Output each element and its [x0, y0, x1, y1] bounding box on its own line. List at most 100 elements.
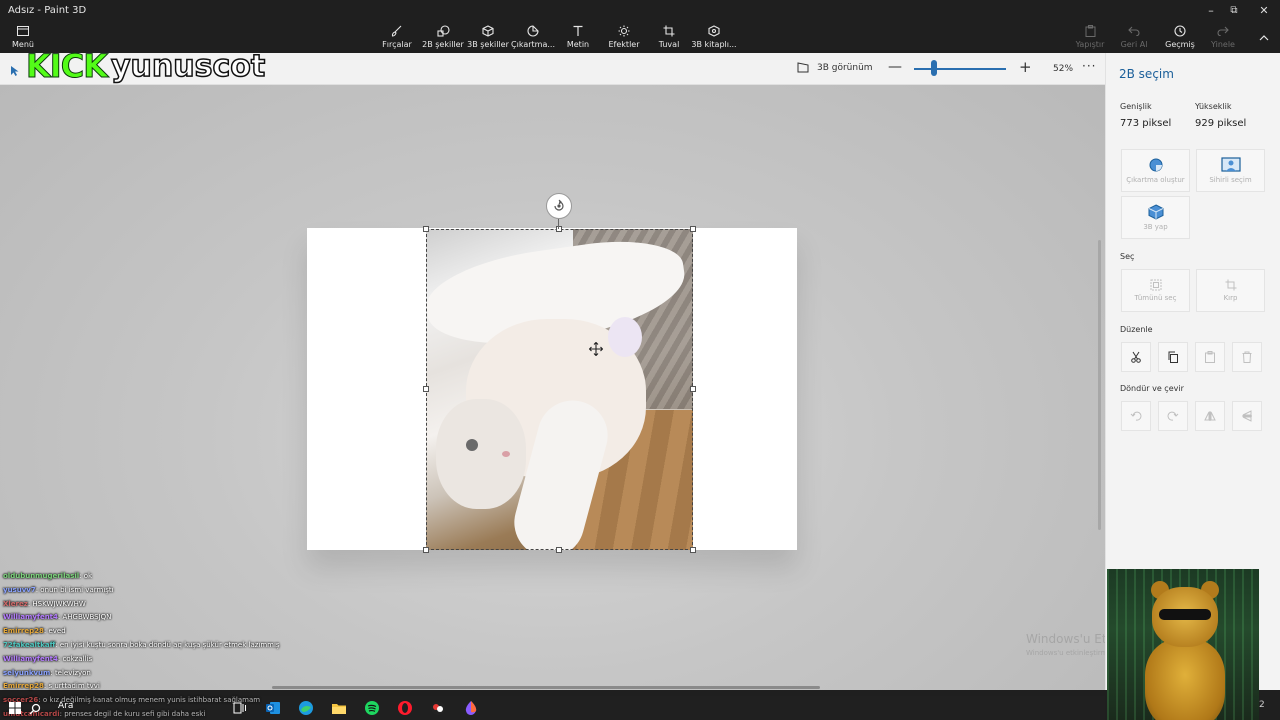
horizontal-scrollbar[interactable]	[272, 686, 820, 689]
3d-library-icon	[707, 24, 721, 38]
cat-nose	[502, 451, 510, 457]
copy-button[interactable]	[1158, 342, 1188, 372]
search-icon[interactable]	[26, 700, 44, 718]
tool-stickers[interactable]: Çıkartma...	[511, 22, 555, 53]
resize-handle-bottom-right[interactable]	[690, 547, 696, 553]
close-button[interactable]: ✕	[1253, 3, 1275, 19]
notification-badge[interactable]: 2	[1259, 700, 1265, 710]
bear-sunglasses	[1159, 609, 1211, 620]
tool-text-label: Metin	[566, 40, 590, 49]
undo-button[interactable]: Geri Al	[1118, 22, 1150, 53]
text-icon	[571, 24, 585, 38]
history-icon	[1173, 24, 1187, 38]
magic-select-button[interactable]: Sihirli seçim	[1196, 149, 1265, 192]
vertical-scrollbar[interactable]	[1098, 240, 1101, 530]
height-value[interactable]: 929 piksel	[1195, 118, 1246, 129]
file-explorer-icon[interactable]	[330, 699, 348, 717]
paste-button[interactable]: Yapıştır	[1074, 22, 1106, 53]
chat-username: yusuvv7	[3, 585, 36, 594]
flip-horizontal-button[interactable]	[1232, 401, 1262, 431]
selected-image[interactable]	[426, 229, 693, 550]
task-view-icon[interactable]	[231, 699, 249, 717]
undo-label: Geri Al	[1120, 40, 1148, 49]
channel-name: yunuscot	[110, 48, 266, 85]
tool-2d-shapes[interactable]: 2B şekiller	[422, 22, 464, 53]
history-label: Geçmiş	[1165, 40, 1195, 49]
resize-handle-top[interactable]	[556, 226, 562, 232]
resize-handle-top-left[interactable]	[423, 226, 429, 232]
tool-brushes[interactable]: Fırçalar	[380, 22, 414, 53]
tool-effects[interactable]: Efektler	[606, 22, 642, 53]
select-all-button[interactable]: Tümünü seç	[1121, 269, 1190, 312]
cut-button[interactable]	[1121, 342, 1151, 372]
delete-button[interactable]	[1232, 342, 1262, 372]
resize-handle-right[interactable]	[690, 386, 696, 392]
chat-username: Williamyfent4	[3, 654, 58, 663]
opera-icon[interactable]	[396, 699, 414, 717]
collapse-toolbar-button[interactable]	[1254, 22, 1274, 53]
3d-shapes-icon	[481, 24, 495, 38]
windows-start-icon[interactable]	[6, 699, 24, 717]
flip-vertical-button[interactable]	[1195, 401, 1225, 431]
redo-label: Yinele	[1211, 40, 1235, 49]
more-options-button[interactable]: ···	[1082, 59, 1096, 73]
cat-face	[436, 399, 526, 509]
zoom-slider-track[interactable]	[914, 68, 1006, 70]
tool-3d-shapes[interactable]: 3B şekiller	[467, 22, 509, 53]
resize-handle-left[interactable]	[423, 386, 429, 392]
chat-message: oldubunmugerilasil: ok	[3, 572, 93, 580]
brush-icon	[390, 24, 404, 38]
rotate-flip-heading: Döndür ve çevir	[1120, 384, 1184, 393]
rotate-right-button[interactable]	[1158, 401, 1188, 431]
restore-button[interactable]: ⧉	[1223, 3, 1245, 19]
outlook-icon[interactable]	[264, 699, 282, 717]
flip-vertical-icon	[1204, 411, 1216, 421]
chat-message: 72fakealtkaff: en iyisi kuştu sonra boka…	[3, 640, 280, 649]
redo-button[interactable]: Yinele	[1208, 22, 1238, 53]
move-cursor-icon	[588, 341, 604, 360]
rotate-left-icon	[1130, 411, 1142, 421]
chat-text: ok	[83, 572, 93, 580]
create-sticker-button[interactable]: Çıkartma oluştur	[1121, 149, 1190, 192]
tool-text[interactable]: Metin	[562, 22, 594, 53]
create-sticker-label: Çıkartma oluştur	[1126, 176, 1185, 184]
taskbar-search-label[interactable]: Ara	[58, 701, 73, 711]
3d-view-toggle[interactable]: 3B görünüm	[797, 62, 873, 73]
cut-icon	[1131, 351, 1141, 363]
chat-text: televizyon	[54, 668, 91, 677]
edge-icon[interactable]	[297, 699, 315, 717]
paste-panel-icon	[1205, 351, 1215, 363]
resize-handle-bottom[interactable]	[556, 547, 562, 553]
tool-3d-library[interactable]: 3B kitaplı...	[691, 22, 737, 53]
paste-panel-button[interactable]	[1195, 342, 1225, 372]
width-value[interactable]: 773 piksel	[1120, 118, 1171, 129]
chat-username: Xlerez	[3, 599, 28, 608]
spotify-icon[interactable]	[363, 699, 381, 717]
chat-username: Emirrep28	[3, 627, 44, 636]
panel-title: 2B seçim	[1119, 67, 1174, 81]
2d-shapes-icon	[436, 24, 450, 38]
3d-view-icon	[797, 62, 809, 73]
app-icon[interactable]	[429, 699, 447, 717]
zoom-slider-thumb[interactable]	[931, 60, 938, 76]
chat-message: yusuvv7: onun bi ismi varmıştı	[3, 585, 114, 594]
chat-username: selyunkvum	[3, 668, 51, 677]
activation-watermark: Windows'u Etk	[1026, 632, 1114, 646]
rotate-left-button[interactable]	[1121, 401, 1151, 431]
zoom-in-button[interactable]: +	[1019, 58, 1032, 76]
3d-view-label: 3B görünüm	[817, 62, 873, 73]
crop-button[interactable]: Kırp	[1196, 269, 1265, 312]
cat-eye	[466, 439, 478, 451]
rotate-handle[interactable]	[546, 193, 572, 219]
resize-handle-bottom-left[interactable]	[423, 547, 429, 553]
select-all-icon	[1150, 279, 1161, 291]
zoom-out-button[interactable]: —	[888, 59, 902, 75]
tool-canvas[interactable]: Tuval	[654, 22, 684, 53]
minimize-button[interactable]: –	[1200, 3, 1222, 19]
paint3d-icon[interactable]	[462, 699, 480, 717]
resize-handle-top-right[interactable]	[690, 226, 696, 232]
history-button[interactable]: Geçmiş	[1163, 22, 1197, 53]
make-3d-button[interactable]: 3B yap	[1121, 196, 1190, 239]
chat-text: en iyisi kuştu sonra boka döndü aq kuşa …	[59, 640, 280, 649]
select-arrow-icon[interactable]	[10, 62, 20, 81]
